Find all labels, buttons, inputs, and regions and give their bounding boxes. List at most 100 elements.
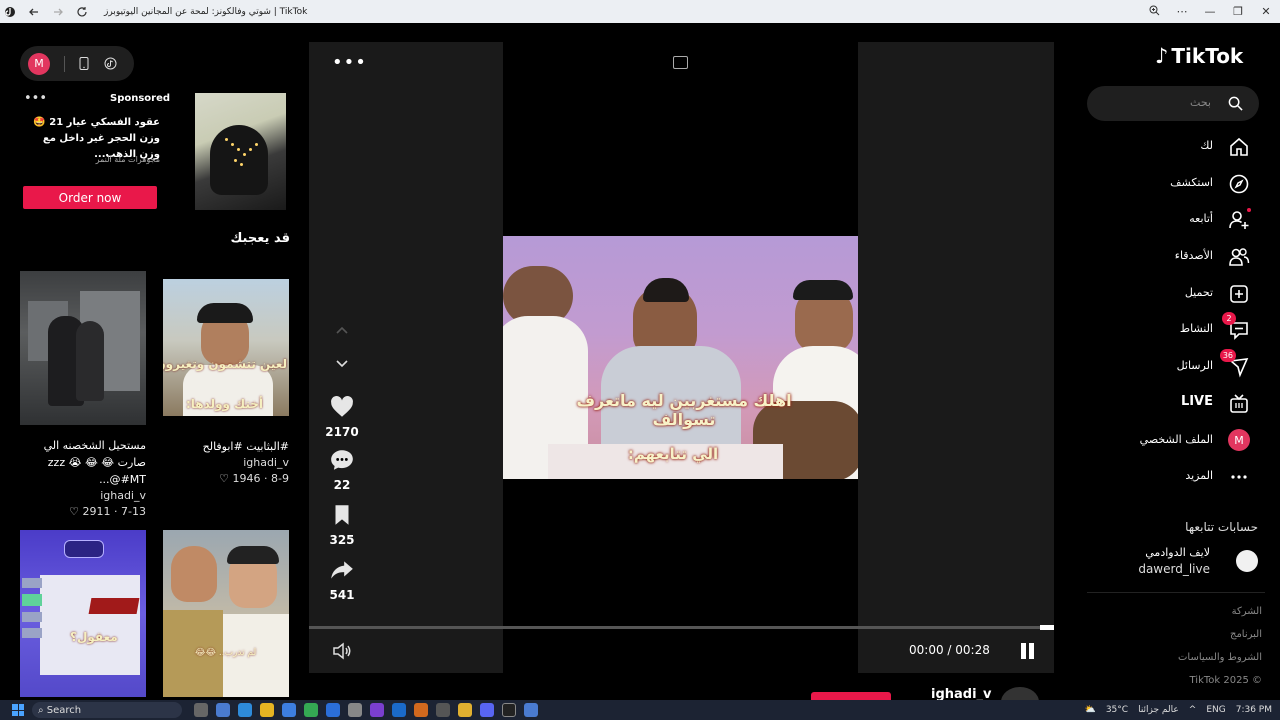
- taskbar: ⌕ Search ⛅ 35°C عالم جزائنا ^ ENG 7:36 P…: [0, 700, 1280, 720]
- more-icon[interactable]: ⋯: [1168, 5, 1196, 18]
- tiktok-note-icon: ♪: [1155, 44, 1169, 68]
- video-thumbnail[interactable]: [20, 271, 146, 425]
- forward-icon[interactable]: [52, 6, 64, 18]
- maximize-icon[interactable]: ❐: [1224, 5, 1252, 18]
- pause-icon[interactable]: [1019, 643, 1035, 659]
- ad-options-icon[interactable]: •••: [24, 91, 47, 106]
- store-icon[interactable]: [282, 703, 296, 717]
- video-thumbnail[interactable]: معقول؟: [20, 530, 146, 697]
- footer-link-program[interactable]: البرنامج: [1230, 629, 1262, 640]
- avatar[interactable]: M: [28, 52, 50, 75]
- chevron-down-icon[interactable]: [335, 358, 349, 372]
- close-icon[interactable]: ✕: [1252, 5, 1280, 18]
- footer-link-company[interactable]: الشركة: [1232, 606, 1262, 617]
- taskbar-search[interactable]: ⌕ Search: [32, 702, 182, 718]
- edge-icon[interactable]: [238, 703, 252, 717]
- left-column: M ••• Sponsored عقود الفسكي عيار 21 🤩 وز…: [0, 23, 300, 700]
- weather-icon[interactable]: ⛅: [1085, 705, 1096, 715]
- like-button[interactable]: 2170: [323, 394, 361, 439]
- dot-separator: ·: [260, 472, 268, 485]
- following-account[interactable]: لايف الدوادمي dawerd_live: [1135, 546, 1280, 578]
- chevron-up-icon[interactable]: [335, 324, 349, 338]
- share-button[interactable]: 541: [323, 557, 361, 602]
- app-icon[interactable]: [4, 6, 16, 18]
- app-icon[interactable]: [436, 703, 450, 717]
- account-handle: dawerd_live: [1138, 562, 1210, 576]
- comment-count: 22: [333, 478, 351, 492]
- thumb-text: لم تدرب.. 😂😂: [195, 648, 257, 658]
- save-button[interactable]: 325: [323, 502, 361, 547]
- outlook-icon[interactable]: [326, 703, 340, 717]
- sidebar-item-label: الأصدقاء: [1174, 249, 1213, 262]
- glove-shape: [210, 125, 268, 195]
- video-card[interactable]: معقول؟: [20, 530, 146, 697]
- card-author[interactable]: ighadi_v: [20, 488, 146, 504]
- phone-icon[interactable]: [77, 57, 91, 71]
- system-tray: ⛅ 35°C عالم جزائنا ^ ENG 7:36 PM: [1085, 700, 1272, 720]
- sidebar-item-live[interactable]: LIVE: [1065, 390, 1265, 418]
- thumb-text: لعين تتشمون وتغيرون: [163, 357, 287, 371]
- tiktok-logo[interactable]: ♪ TikTok: [1155, 44, 1243, 68]
- sponsored-ad[interactable]: ••• Sponsored عقود الفسكي عيار 21 🤩 وزن …: [20, 89, 292, 215]
- sidebar-item-more[interactable]: المزيد: [1065, 463, 1265, 491]
- search-input[interactable]: بحث: [1087, 86, 1259, 121]
- taskview-icon[interactable]: [194, 703, 208, 717]
- sidebar-item-label: أتابعه: [1189, 212, 1213, 225]
- chevron-up-icon[interactable]: ^: [1189, 705, 1197, 715]
- follow-button[interactable]: [811, 692, 891, 700]
- video-thumbnail[interactable]: لعين تتشمون وتغيرون أختك وولدها:: [163, 279, 289, 416]
- video-progress-bar[interactable]: [309, 625, 1054, 630]
- sidebar-item-explore[interactable]: استكشف: [1065, 170, 1265, 198]
- app-icon[interactable]: [458, 703, 472, 717]
- tiktok-icon[interactable]: [502, 703, 516, 717]
- windows-start-icon[interactable]: [12, 704, 24, 716]
- footer-link-terms[interactable]: الشروط والسياسات: [1178, 652, 1262, 663]
- volume-icon[interactable]: [331, 640, 353, 662]
- steam-icon[interactable]: [392, 703, 406, 717]
- video-card[interactable]: لم تدرب.. 😂😂: [163, 530, 289, 697]
- app-icon[interactable]: [524, 703, 538, 717]
- search-icon[interactable]: [1228, 96, 1243, 111]
- folder-icon[interactable]: [260, 703, 274, 717]
- next-author[interactable]: ighadi_v: [931, 687, 992, 700]
- video-feed: ••• اهلك مستغربين ليه ماتعرف تسوالف الي …: [309, 42, 1054, 673]
- sidebar-item-following[interactable]: أتابعه: [1065, 206, 1265, 234]
- card-author[interactable]: ighadi_v: [163, 455, 289, 471]
- language-indicator[interactable]: ENG: [1206, 705, 1225, 715]
- discord-icon[interactable]: [480, 703, 494, 717]
- sidebar-item-label: LIVE: [1180, 394, 1213, 409]
- minimize-icon[interactable]: —: [1196, 5, 1224, 18]
- reload-icon[interactable]: [76, 6, 88, 18]
- card-date: 8-9: [271, 472, 289, 485]
- comment-button[interactable]: 22: [323, 447, 361, 492]
- app-icon[interactable]: [414, 703, 428, 717]
- app-icon[interactable]: [348, 703, 362, 717]
- sidebar-item-upload[interactable]: تحميل: [1065, 280, 1265, 308]
- video-thumbnail[interactable]: لم تدرب.. 😂😂: [163, 530, 289, 697]
- sidebar-item-profile[interactable]: الملف الشخصي M: [1065, 427, 1265, 455]
- tiktok-mode-icon[interactable]: [103, 57, 117, 71]
- card-caption[interactable]: مستحيل الشخصنه الي صارت 😂 😂 😭 zzz #MT@..…: [20, 437, 146, 488]
- sidebar-item-friends[interactable]: الأصدقاء: [1065, 243, 1265, 271]
- order-now-button[interactable]: Order now: [23, 186, 157, 209]
- home-icon: [1230, 137, 1248, 156]
- clock[interactable]: 7:36 PM: [1236, 705, 1272, 715]
- sidebar-item-foryou[interactable]: لك: [1065, 133, 1265, 161]
- video-options-icon[interactable]: •••: [332, 52, 367, 73]
- picture-in-picture-icon[interactable]: [673, 56, 688, 69]
- zoom-icon[interactable]: [1140, 5, 1168, 19]
- sidebar-item-activity[interactable]: النشاط 2: [1065, 312, 1265, 344]
- ad-image[interactable]: [195, 93, 286, 210]
- next-video-peek: ighadi_v: [309, 678, 1054, 700]
- avatar[interactable]: [1001, 687, 1039, 700]
- tiktok-app: M ••• Sponsored عقود الفسكي عيار 21 🤩 وز…: [0, 23, 1280, 700]
- video-card[interactable]: لعين تتشمون وتغيرون أختك وولدها: #البثاب…: [163, 279, 289, 487]
- back-icon[interactable]: [28, 6, 40, 18]
- app-icon[interactable]: [216, 703, 230, 717]
- video-player[interactable]: اهلك مستغربين ليه ماتعرف تسوالف الي تتاب…: [503, 236, 858, 479]
- chrome-icon[interactable]: [304, 703, 318, 717]
- sidebar-item-messages[interactable]: الرسائل 36: [1065, 349, 1265, 381]
- video-card[interactable]: مستحيل الشخصنه الي صارت 😂 😂 😭 zzz #MT@..…: [20, 271, 146, 520]
- card-caption[interactable]: #البثابيت #ابوفالح: [163, 438, 289, 455]
- app-icon[interactable]: [370, 703, 384, 717]
